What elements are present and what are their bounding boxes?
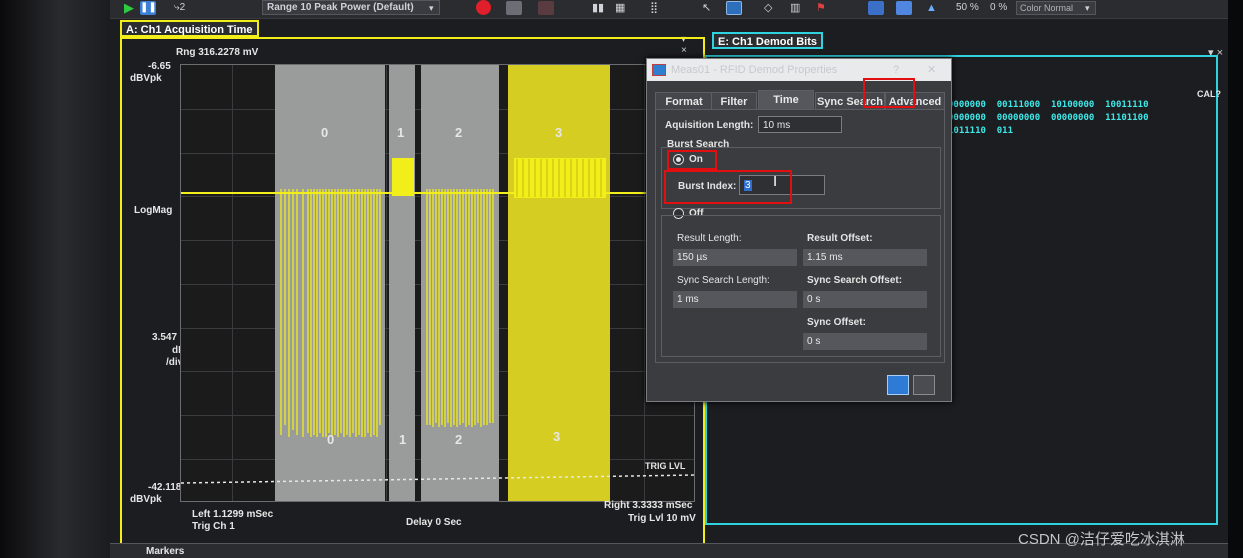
pause-icon[interactable]: ❚❚ <box>140 1 157 15</box>
layout-icon[interactable]: ⣿ <box>650 0 658 16</box>
result-length-input[interactable]: 150 µs <box>673 249 797 266</box>
range-select-value: Range 10 Peak Power (Default) <box>267 2 414 13</box>
sync-search-offset-input[interactable]: 0 s <box>803 291 927 308</box>
pointer-icon[interactable]: ↖ <box>702 0 711 16</box>
tab-trace-e[interactable]: E: Ch1 Demod Bits <box>712 32 824 49</box>
zoom-icon[interactable] <box>726 1 742 15</box>
app-icon <box>652 64 666 76</box>
tab-filter[interactable]: Filter <box>711 92 757 110</box>
offset-percent: 0 % <box>990 2 1008 13</box>
vsa-application-window: ▶ ❚❚ ⤷2 Range 10 Peak Power (Default) ▾ … <box>110 0 1228 558</box>
top-ref-unit: dBVpk <box>130 73 162 84</box>
trace-a-tab-strip: A: Ch1 Acquisition Time ▾ × <box>120 20 694 56</box>
sync-offset-label: Sync Offset: <box>807 317 866 328</box>
annotation-box-time-tab <box>863 78 915 108</box>
annotation-box-burst-index <box>664 170 792 204</box>
chevron-down-icon: ▾ <box>1085 3 1090 13</box>
markers-icon[interactable]: ▮▮ <box>592 0 604 16</box>
close-icon[interactable]: ✕ <box>927 59 936 81</box>
trigger-level: Trig Lvl 10 mV <box>628 513 696 524</box>
trace-a-plot: 0 1 2 3 0 1 2 3 TRIG LVL <box>180 64 695 502</box>
sync-search-offset-label: Sync Search Offset: <box>807 275 903 286</box>
result-offset-input[interactable]: 1.15 ms <box>803 249 927 266</box>
main-toolbar: ▶ ❚❚ ⤷2 Range 10 Peak Power (Default) ▾ … <box>110 0 1228 19</box>
monitor-bezel-left <box>0 0 110 558</box>
chevron-down-icon: ▾ <box>429 3 434 13</box>
trace-a-waveform <box>181 158 694 484</box>
acquisition-length-input[interactable]: 10 ms <box>758 116 842 133</box>
demod-bits-line-3: 1011110 011 <box>948 126 1014 136</box>
bars-icon[interactable]: ▥ <box>790 0 800 16</box>
burst-label-bottom-3: 3 <box>553 429 561 444</box>
demod-bits-line-2: 0000000 00000000 00000000 11101100 <box>948 113 1149 123</box>
burst-label-top-2: 2 <box>455 125 463 140</box>
bottom-ref-value: -42.118 <box>148 482 182 493</box>
top-ref-value: -6.65 <box>148 61 171 72</box>
folder-icon[interactable] <box>887 375 909 395</box>
copy-icon[interactable] <box>506 1 522 15</box>
burst-label-bottom-2: 2 <box>455 432 463 447</box>
sync-offset-input[interactable]: 0 s <box>803 333 927 350</box>
monitor-bezel-right <box>1228 0 1243 558</box>
tab-time[interactable]: Time <box>758 90 814 110</box>
window-restore-icon[interactable] <box>913 375 935 395</box>
rfid-demod-properties-dialog: Meas01 - RFID Demod Properties ? ✕ Forma… <box>646 58 952 402</box>
trig-level-marker: TRIG LVL <box>645 461 686 471</box>
x-axis-right: Right 3.3333 mSec <box>604 500 693 511</box>
range-select[interactable]: Range 10 Peak Power (Default) ▾ <box>262 0 440 15</box>
acquisition-length-label: Aquisition Length: <box>665 120 754 131</box>
burst-label-bottom-1: 1 <box>399 432 407 447</box>
burst-label-top-3: 3 <box>555 125 563 140</box>
watermark: CSDN @洁仔爱吃冰淇淋 <box>1018 531 1185 548</box>
tab-format[interactable]: Format <box>655 92 713 110</box>
marker-diamond-icon[interactable]: ◇ <box>764 0 772 16</box>
trace-color-icon[interactable] <box>868 1 884 15</box>
cal-indicator: CAL? <box>1197 89 1221 99</box>
trigger-channel: Trig Ch 1 <box>192 521 235 532</box>
range-readout: Rng 316.2278 mV <box>176 47 259 58</box>
burst-label-top-1: 1 <box>397 125 405 140</box>
record-icon[interactable] <box>476 0 491 15</box>
burst-label-bottom-0: 0 <box>327 432 335 447</box>
tab-trace-a[interactable]: A: Ch1 Acquisition Time <box>120 20 259 37</box>
single-icon[interactable]: ⤷2 <box>174 0 185 16</box>
spectrogram-icon[interactable]: ▲ <box>926 0 937 16</box>
demod-bits-line-1: 0000000 00111000 10100000 10011110 <box>948 100 1149 110</box>
result-offset-label: Result Offset: <box>807 233 873 244</box>
bottom-ref-unit: dBVpk <box>130 494 162 505</box>
format-label: LogMag <box>134 205 173 216</box>
annotation-box-on <box>667 150 717 170</box>
x-axis-delay: Delay 0 Sec <box>406 517 462 528</box>
color-mode-value: Color Normal <box>1020 3 1074 13</box>
scale-value: 3.547 <box>152 332 178 343</box>
persistence-icon[interactable] <box>896 1 912 15</box>
x-axis-left: Left 1.1299 mSec <box>192 509 274 520</box>
peak-icon[interactable]: ⚑ <box>816 0 826 16</box>
markers-label: Markers <box>146 546 185 557</box>
sync-search-length-input[interactable]: 1 ms <box>673 291 797 308</box>
grid-icon[interactable]: ▦ <box>615 0 625 16</box>
zoom-percent: 50 % <box>956 2 979 13</box>
clear-icon[interactable] <box>538 1 554 15</box>
play-icon[interactable]: ▶ <box>124 0 134 16</box>
sync-search-length-label: Sync Search Length: <box>677 275 770 286</box>
dialog-title: Meas01 - RFID Demod Properties <box>671 64 838 76</box>
burst-label-top-0: 0 <box>321 125 329 140</box>
color-mode-select[interactable]: Color Normal ▾ <box>1016 1 1096 15</box>
result-length-label: Result Length: <box>677 233 742 244</box>
